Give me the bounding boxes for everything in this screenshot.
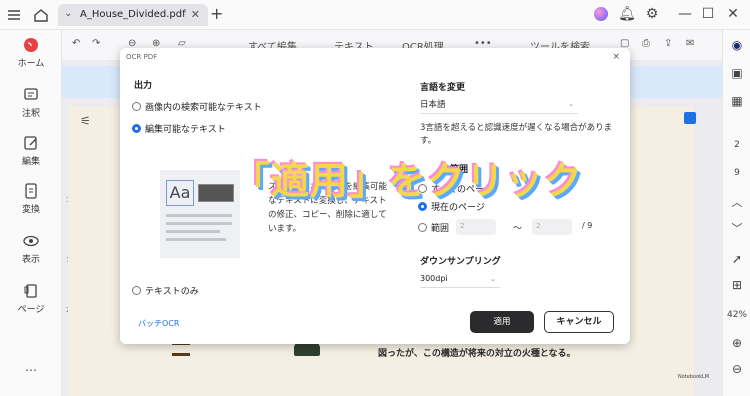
comment-icon bbox=[24, 88, 38, 100]
cancel-button[interactable]: キャンセル bbox=[544, 311, 614, 333]
sidebar-item-label: 注釈 bbox=[21, 109, 40, 119]
option-label: 範囲 bbox=[431, 224, 450, 234]
new-tab-button[interactable]: + bbox=[210, 4, 223, 23]
undo-icon[interactable]: ↶ bbox=[72, 38, 80, 49]
chevron-up-icon[interactable]: ︿ bbox=[723, 194, 750, 210]
sidebar-item-label: 表示 bbox=[21, 255, 40, 265]
grid-icon[interactable]: ▦ bbox=[723, 94, 750, 108]
view-icon bbox=[23, 235, 39, 247]
tab-label: A_House_Divided.pdf bbox=[80, 9, 186, 20]
left-sidebar: ホーム 注釈 編集 変換 表示 ページ … bbox=[0, 30, 62, 396]
ai-assistant-icon[interactable]: ◉ bbox=[723, 38, 750, 52]
radio-icon[interactable] bbox=[132, 286, 141, 295]
text-line bbox=[166, 230, 220, 233]
notebooklm-mark: NotebookLM bbox=[678, 374, 710, 380]
sidebar-item-label: 編集 bbox=[21, 157, 40, 167]
maximize-icon[interactable]: ☐ bbox=[699, 5, 717, 23]
chevron-down-icon[interactable]: ⌄ bbox=[64, 8, 72, 19]
tutorial-caption: 「適用」をクリック bbox=[232, 159, 584, 203]
redo-icon[interactable]: ↷ bbox=[92, 38, 100, 49]
fit-page-icon[interactable]: ⊞ bbox=[723, 278, 750, 292]
option-label: テキストのみ bbox=[145, 287, 199, 297]
sidebar-item-label: ページ bbox=[17, 305, 45, 315]
apply-button[interactable]: 適用 bbox=[470, 311, 534, 333]
bell-icon[interactable]: 🔔︎ bbox=[618, 5, 636, 23]
sidebar-item-edit[interactable]: 編集 bbox=[0, 134, 62, 167]
upload-icon[interactable]: ⇪ bbox=[664, 38, 672, 49]
page-total: 9 bbox=[734, 168, 740, 178]
sidebar-item-label: 変換 bbox=[21, 205, 40, 215]
range-custom[interactable]: 範囲 bbox=[418, 221, 449, 234]
output-preview-image: Aa bbox=[160, 170, 240, 258]
range-total: / 9 bbox=[582, 221, 593, 230]
tab-close-icon[interactable]: ✕ bbox=[191, 8, 200, 21]
sidebar-item-comment[interactable]: 注釈 bbox=[0, 86, 62, 119]
text-line bbox=[166, 238, 226, 241]
sidebar-item-convert[interactable]: 変換 bbox=[0, 182, 62, 215]
range-to-input[interactable]: 2 bbox=[532, 219, 572, 235]
close-icon[interactable]: ✕ bbox=[724, 5, 742, 23]
temple-icon bbox=[172, 342, 190, 356]
downsampling-select[interactable]: 300dpi ⌄ bbox=[420, 274, 500, 288]
image-icon bbox=[198, 184, 234, 202]
zoom-level: 42% bbox=[726, 310, 747, 320]
range-separator: ～ bbox=[513, 224, 523, 234]
edit-icon bbox=[24, 136, 37, 150]
document-tab[interactable]: ⌄ A_House_Divided.pdf ✕ bbox=[58, 4, 208, 26]
language-value: 日本語 bbox=[420, 100, 446, 110]
option-searchable-text[interactable]: 画像内の検索可能なテキスト bbox=[132, 100, 262, 113]
text-line bbox=[166, 222, 232, 225]
cursor-icon[interactable]: ➚ bbox=[723, 252, 750, 266]
page-body-text: 図ったが、この構造が将来の対立の火種となる。 bbox=[378, 349, 576, 359]
convert-icon bbox=[25, 183, 37, 199]
output-title: 出力 bbox=[134, 81, 153, 91]
print-icon[interactable]: ⎙ bbox=[642, 38, 650, 49]
zoom-out-icon[interactable]: ⊖ bbox=[723, 362, 750, 376]
building-icon bbox=[294, 342, 320, 356]
minimize-icon[interactable]: — bbox=[676, 5, 694, 23]
settings-sliders-icon[interactable]: ⚟ bbox=[80, 114, 91, 128]
chevron-down-icon: ⌄ bbox=[568, 100, 574, 108]
home-logo-icon bbox=[24, 38, 38, 52]
right-rail: ◉ ▣ ▦ 2 9 ︿ ﹀ ➚ ⊞ 42% ⊕ ⊖ bbox=[722, 30, 750, 396]
downsampling-title: ダウンサンプリング bbox=[420, 257, 501, 267]
title-bar: ⌄ A_House_Divided.pdf ✕ + 🔔︎ ⚙ — ☐ ✕ bbox=[0, 0, 750, 30]
page-icon bbox=[24, 284, 37, 298]
gear-icon[interactable]: ⚙ bbox=[643, 5, 661, 23]
sidebar-item-page[interactable]: ページ bbox=[0, 282, 62, 315]
language-note: 3言語を超えると認識速度が遅くなる場合があります。 bbox=[420, 123, 613, 146]
radio-selected-icon[interactable] bbox=[132, 124, 141, 133]
language-title: 言語を変更 bbox=[420, 83, 466, 93]
radio-icon[interactable] bbox=[132, 102, 141, 111]
menu-icon[interactable] bbox=[6, 7, 22, 23]
page-current: 2 bbox=[734, 140, 740, 150]
avatar[interactable] bbox=[594, 7, 608, 21]
preview-text: Aa bbox=[166, 180, 194, 206]
option-label: 画像内の検索可能なテキスト bbox=[145, 103, 262, 113]
sidebar-item-home[interactable]: ホーム bbox=[0, 36, 62, 69]
panel-icon[interactable]: ▣ bbox=[723, 66, 750, 80]
sidebar-item-label: ホーム bbox=[17, 59, 45, 69]
mail-icon[interactable]: ✉ bbox=[686, 38, 694, 49]
language-select[interactable]: 日本語 ⌄ bbox=[420, 98, 578, 114]
batch-ocr-link[interactable]: バッチOCR bbox=[138, 318, 179, 329]
option-label: 編集可能なテキスト bbox=[145, 125, 226, 135]
home-icon[interactable] bbox=[32, 6, 50, 24]
chevron-down-icon: ⌄ bbox=[490, 275, 496, 283]
sidebar-item-view[interactable]: 表示 bbox=[0, 232, 62, 265]
chevron-down-icon[interactable]: ﹀ bbox=[723, 220, 750, 236]
zoom-in-icon[interactable]: ⊕ bbox=[723, 336, 750, 350]
app-window: ⌄ A_House_Divided.pdf ✕ + 🔔︎ ⚙ — ☐ ✕ ホーム… bbox=[0, 0, 750, 396]
dialog-close-icon[interactable]: × bbox=[612, 52, 620, 62]
text-line bbox=[166, 214, 232, 217]
page-marker-icon[interactable] bbox=[684, 112, 696, 124]
dialog-title: OCR PDF bbox=[126, 53, 158, 61]
downsampling-value: 300dpi bbox=[420, 274, 448, 283]
range-from-input[interactable]: 2 bbox=[456, 219, 496, 235]
more-icon[interactable]: … bbox=[0, 360, 62, 374]
option-text-only[interactable]: テキストのみ bbox=[132, 284, 199, 297]
option-editable-text[interactable]: 編集可能なテキスト bbox=[132, 122, 226, 135]
radio-icon[interactable] bbox=[418, 223, 427, 232]
